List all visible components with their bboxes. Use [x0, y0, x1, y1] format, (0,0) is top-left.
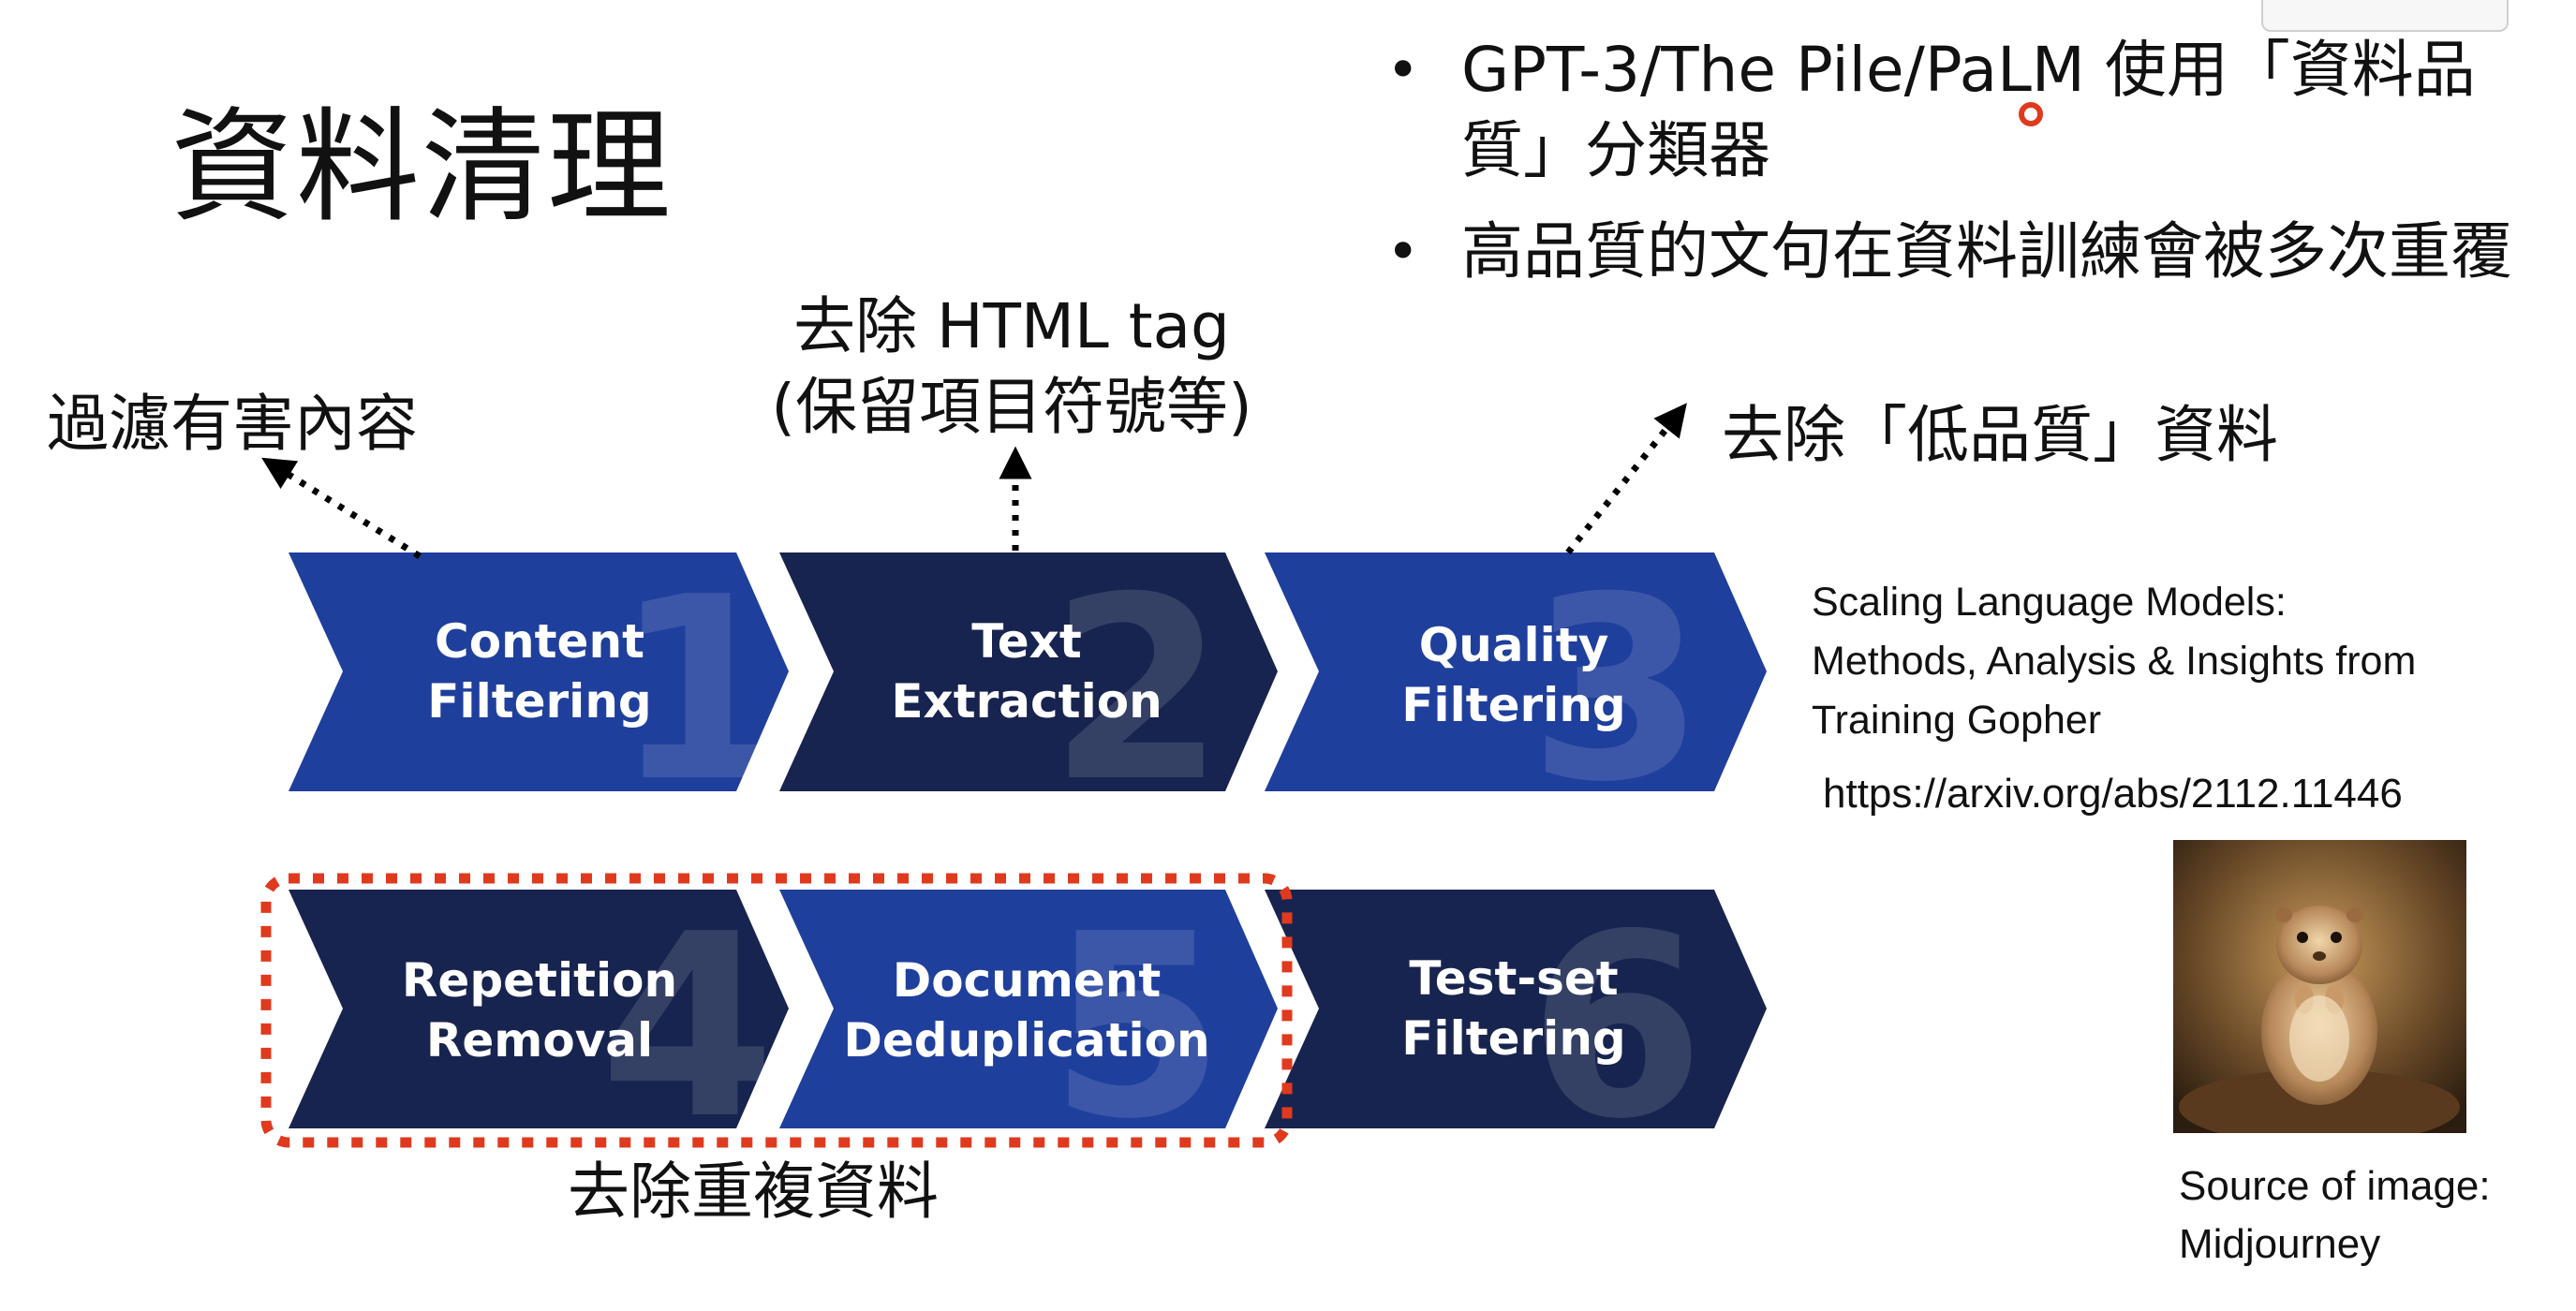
arrow-content-filter	[261, 457, 422, 559]
gopher-image	[2173, 840, 2466, 1133]
arrow-low-quality	[1565, 403, 1687, 555]
reference-citation: Scaling Language Models: Methods, Analys…	[1812, 573, 2552, 750]
image-source-caption: Source of image: Midjourney	[2179, 1157, 2491, 1274]
image-source-line1: Source of image:	[2179, 1163, 2491, 1209]
annotation-content-filter: 過濾有害內容	[47, 388, 418, 460]
annotation-html-line2: (保留項目符號等)	[771, 371, 1252, 443]
annotation-dedup: 去除重複資料	[568, 1156, 939, 1228]
annotation-html-tag: 去除 HTML tag (保留項目符號等)	[768, 287, 1255, 448]
image-source-line2: Midjourney	[2179, 1221, 2381, 1267]
step-1-line2: Filtering	[427, 674, 652, 729]
step-6-label: Test-set Filtering	[1317, 949, 1710, 1068]
step-2-line2: Extraction	[891, 674, 1162, 729]
step-5-line2: Deduplication	[843, 1013, 1210, 1068]
step-4-line2: Removal	[425, 1013, 654, 1068]
step-2-line1: Text	[971, 614, 1082, 669]
step-5-line1: Document	[892, 953, 1162, 1008]
step-1-line1: Content	[435, 614, 644, 669]
step-6-line1: Test-set	[1409, 951, 1619, 1006]
annotation-low-quality: 去除「低品質」資料	[1722, 399, 2278, 471]
cursor-dot	[2019, 102, 2043, 126]
annotation-html-line1: 去除 HTML tag	[793, 290, 1230, 362]
step-6-line2: Filtering	[1401, 1011, 1626, 1066]
reference-line2: Methods, Analysis & Insights from	[1812, 639, 2417, 684]
step-3-label: Quality Filtering	[1317, 615, 1710, 735]
step-4-label: Repetition Removal	[343, 950, 736, 1070]
step-1-label: Content Filtering	[343, 611, 736, 731]
reference-line1: Scaling Language Models:	[1812, 580, 2287, 625]
step-3-line1: Quality	[1418, 618, 1609, 672]
step-3-line2: Filtering	[1401, 678, 1626, 732]
step-5-label: Document Deduplication	[830, 950, 1223, 1070]
step-4-line1: Repetition	[401, 953, 678, 1008]
reference-url[interactable]: https://arxiv.org/abs/2112.11446	[1823, 766, 2403, 822]
reference-line3: Training Gopher	[1812, 698, 2102, 743]
step-2-label: Text Extraction	[830, 611, 1223, 731]
